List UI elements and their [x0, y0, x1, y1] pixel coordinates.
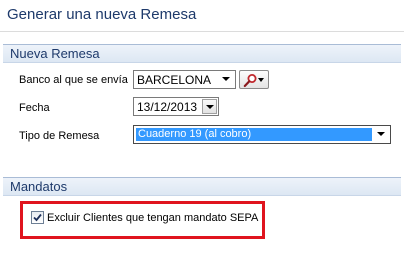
dropdown-caret-icon	[258, 78, 264, 82]
section-header-nueva-remesa: Nueva Remesa	[3, 44, 401, 63]
chevron-down-icon[interactable]	[219, 72, 234, 87]
tipo-select[interactable]: Cuaderno 19 (al cobro)	[133, 125, 391, 144]
banco-select[interactable]: BARCELONA	[133, 70, 236, 89]
section-header-mandatos: Mandatos	[3, 177, 401, 196]
search-button[interactable]	[239, 70, 269, 89]
checkmark-icon	[33, 213, 42, 222]
banco-value: BARCELONA	[137, 73, 212, 87]
fecha-value: 13/12/2013	[137, 100, 198, 114]
section-title: Mandatos	[10, 179, 68, 194]
fecha-date-picker[interactable]: 13/12/2013	[133, 97, 219, 116]
fecha-label: Fecha	[19, 102, 50, 114]
chevron-down-icon[interactable]	[202, 99, 217, 114]
tipo-value: Cuaderno 19 (al cobro)	[136, 128, 372, 141]
title-separator	[0, 31, 404, 32]
section-title: Nueva Remesa	[10, 46, 100, 61]
chevron-down-icon[interactable]	[374, 127, 389, 142]
excluir-checkbox[interactable]	[31, 211, 44, 224]
tipo-label: Tipo de Remesa	[19, 130, 100, 142]
window-title: Generar una nueva Remesa	[7, 6, 197, 23]
excluir-label[interactable]: Excluir Clientes que tengan mandato SEPA	[47, 212, 258, 224]
banco-label: Banco al que se envía	[19, 74, 128, 86]
magnifier-icon	[243, 74, 257, 88]
